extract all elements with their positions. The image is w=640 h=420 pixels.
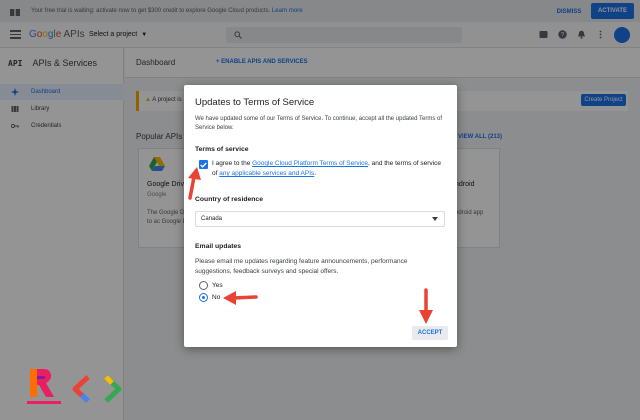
dialog-title: Updates to Terms of Service — [195, 97, 315, 108]
gcp-terms-link[interactable]: Google Cloud Platform Terms of Service — [252, 160, 368, 167]
radio-no-label: No — [212, 294, 221, 301]
brackets-logo — [72, 375, 122, 403]
email-description: Please email me updates regarding featur… — [195, 258, 408, 275]
radio-yes[interactable] — [199, 281, 208, 290]
annotation-arrow-checkbox — [188, 167, 201, 200]
dropdown-arrow-icon — [432, 217, 438, 221]
annotation-arrow-no — [223, 291, 258, 305]
annotation-arrow-accept — [419, 288, 433, 324]
services-terms-link[interactable]: any applicable services and APIs — [219, 170, 314, 177]
accept-button[interactable]: ACCEPT — [412, 326, 448, 340]
country-select[interactable]: Canada — [195, 211, 445, 227]
dialog-intro: We have updated some of our Terms of Ser… — [195, 116, 443, 131]
country-heading: Country of residence — [195, 196, 263, 203]
radio-yes-label: Yes — [212, 282, 223, 289]
terms-heading: Terms of service — [195, 146, 249, 153]
agree-label: I agree to the Google Cloud Platform Ter… — [212, 160, 441, 177]
channel-logo — [27, 369, 61, 404]
radio-no[interactable] — [199, 293, 208, 302]
email-heading: Email updates — [195, 243, 242, 250]
